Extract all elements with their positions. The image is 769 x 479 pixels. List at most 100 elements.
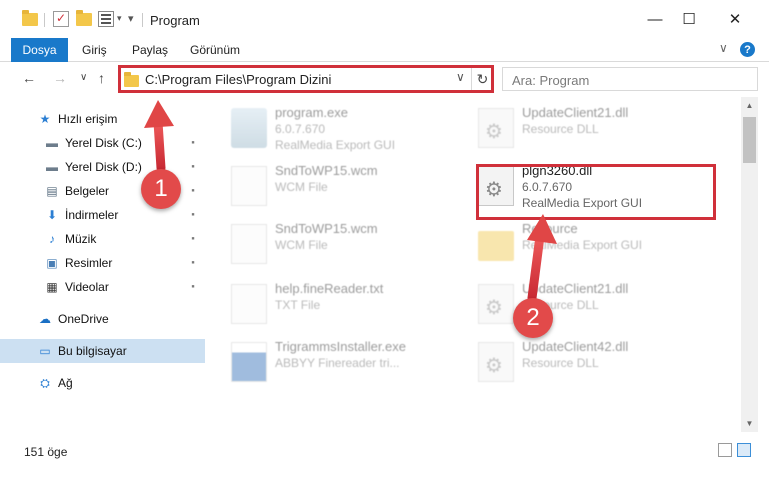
pictures-icon: ▣ xyxy=(46,256,58,270)
file-name: TrigrammsInstaller.exe xyxy=(275,339,406,354)
documents-icon: ▤ xyxy=(46,184,58,198)
divider xyxy=(44,13,45,27)
file-meta: Resource DLL xyxy=(522,356,599,370)
file-item[interactable]: ⚙ UpdateClient42.dll Resource DLL xyxy=(478,339,713,389)
pin-icon[interactable]: ⬩ xyxy=(188,185,198,195)
forward-button[interactable]: → xyxy=(53,70,67,86)
pin-icon[interactable]: ⬩ xyxy=(188,281,198,291)
back-button[interactable]: ← xyxy=(22,70,36,86)
scrollbar[interactable]: ▲ ▼ xyxy=(741,97,758,432)
file-item[interactable]: help.fineReader.txt TXT File xyxy=(231,281,466,331)
sidebar-item[interactable]: ⛭ Ağ xyxy=(0,371,205,395)
file-meta: WCM File xyxy=(275,180,328,194)
scroll-down-icon[interactable]: ▼ xyxy=(741,415,758,432)
tiles-view-icon[interactable] xyxy=(737,443,751,457)
file-meta: WCM File xyxy=(275,238,328,252)
music-icon: ♪ xyxy=(49,232,55,246)
file-name: help.fineReader.txt xyxy=(275,281,384,296)
navigation-pane: ★ Hızlı erişim ▬ Yerel Disk (C:) ⬩ ▬ Yerel Dis… xyxy=(0,97,207,432)
sidebar-item[interactable]: ★ Hızlı erişim xyxy=(0,107,205,131)
file-item[interactable]: SndToWP15.wcm WCM File xyxy=(231,163,466,213)
window-title: Program xyxy=(150,13,200,28)
up-button[interactable]: ↑ xyxy=(98,70,105,86)
file-meta: 6.0.7.670 xyxy=(275,122,326,136)
file-list: program.exe 6.0.7.670 RealMedia Export GUI… xyxy=(207,97,741,432)
sidebar-item-label: Müzik xyxy=(65,232,97,246)
folder-icon xyxy=(22,10,38,27)
sidebar-item[interactable]: ▬ Yerel Disk (C:) ⬩ xyxy=(0,131,205,155)
expand-ribbon-icon[interactable]: ∨ xyxy=(719,41,728,55)
pin-icon[interactable]: ⬩ xyxy=(188,137,198,147)
recent-locations-icon[interactable]: ∨ xyxy=(80,72,87,83)
tab-home[interactable]: Giriş xyxy=(82,43,107,57)
tab-file[interactable]: Dosya xyxy=(11,38,68,62)
file-name: UpdateClient21.dll xyxy=(522,281,629,296)
dll-icon: ⚙ xyxy=(478,108,514,148)
sidebar-item[interactable]: ▭ Bu bilgisayar xyxy=(0,339,205,363)
scroll-up-icon[interactable]: ▲ xyxy=(741,97,758,114)
sidebar-item-label: OneDrive xyxy=(58,312,109,326)
file-icon xyxy=(231,284,267,324)
search-input[interactable]: Ara: Program xyxy=(502,67,758,91)
tab-view[interactable]: Görünüm xyxy=(190,43,240,57)
tab-share[interactable]: Paylaş xyxy=(132,43,168,57)
view-icon[interactable] xyxy=(98,11,114,27)
address-highlight xyxy=(118,65,494,93)
dropdown-icon[interactable]: ▾ xyxy=(117,13,122,24)
file-name: Resource xyxy=(522,221,578,236)
new-folder-icon[interactable] xyxy=(76,10,92,27)
file-icon xyxy=(231,166,267,206)
drive-icon: ▬ xyxy=(46,136,58,150)
file-icon xyxy=(231,224,267,264)
file-name: program.exe xyxy=(275,105,348,120)
download-icon: ⬇ xyxy=(46,208,58,222)
file-meta: ABBYY Finereader tri... xyxy=(275,356,400,370)
title-bar: ✓ ▾ ▾ Program — ☐ ✕ xyxy=(0,0,769,38)
scroll-thumb[interactable] xyxy=(743,117,756,163)
pin-icon[interactable]: ⬩ xyxy=(188,257,198,267)
sidebar-item-label: Hızlı erişim xyxy=(58,112,118,126)
cloud-icon: ☁ xyxy=(39,312,51,326)
sidebar-item-label: Yerel Disk (C:) xyxy=(65,136,142,150)
file-description: RealMedia Export GUI xyxy=(275,138,396,152)
file-item[interactable]: SndToWP15.wcm WCM File xyxy=(231,221,466,271)
file-item[interactable]: ⚙ UpdateClient21.dll Resource DLL xyxy=(478,105,713,155)
file-meta: TXT File xyxy=(275,298,321,312)
details-view-icon[interactable] xyxy=(718,443,732,457)
file-name: SndToWP15.wcm xyxy=(275,221,378,236)
file-name: UpdateClient21.dll xyxy=(522,105,629,120)
sidebar-item-label: Videolar xyxy=(65,280,109,294)
sidebar-item-label: Resimler xyxy=(65,256,113,270)
file-item[interactable]: TrigrammsInstaller.exe ABBYY Finereader t… xyxy=(231,339,466,389)
sidebar-item[interactable]: ♪ Müzik ⬩ xyxy=(0,227,205,251)
properties-icon[interactable]: ✓ xyxy=(53,11,69,27)
pin-icon[interactable]: ⬩ xyxy=(188,161,198,171)
sidebar-item-label: Belgeler xyxy=(65,184,110,198)
sidebar-item-label: İndirmeler xyxy=(65,208,119,222)
close-button[interactable]: ✕ xyxy=(712,0,758,38)
pin-icon[interactable]: ⬩ xyxy=(188,209,198,219)
sidebar-item-label: Ağ xyxy=(58,376,73,390)
sidebar-item[interactable]: ▦ Videolar ⬩ xyxy=(0,275,205,299)
file-item[interactable]: program.exe 6.0.7.670 RealMedia Export GUI xyxy=(231,105,466,155)
dll-icon: ⚙ xyxy=(478,342,514,382)
maximize-button[interactable]: ☐ xyxy=(666,0,712,38)
installer-icon xyxy=(231,342,267,382)
sidebar-item[interactable]: ⬇ İndirmeler ⬩ xyxy=(0,203,205,227)
help-icon[interactable]: ? xyxy=(740,42,755,57)
exe-icon xyxy=(231,108,267,148)
callout-2: 2 xyxy=(513,298,553,338)
customize-toolbar-icon[interactable]: ▾ xyxy=(128,12,134,25)
ribbon: Dosya Giriş Paylaş Görünüm ∨ ? xyxy=(0,38,769,62)
file-item[interactable]: Resource RealMedia Export GUI xyxy=(478,221,713,271)
sidebar-item[interactable]: ☁ OneDrive xyxy=(0,307,205,331)
file-name: SndToWP15.wcm xyxy=(275,163,378,178)
sidebar-item[interactable]: ▣ Resimler ⬩ xyxy=(0,251,205,275)
dll-icon: ⚙ xyxy=(478,284,514,324)
sidebar-item-label: Yerel Disk (D:) xyxy=(65,160,142,174)
pin-icon[interactable]: ⬩ xyxy=(188,233,198,243)
sidebar-item-label: Bu bilgisayar xyxy=(58,344,127,358)
item-count: 151 öge xyxy=(24,445,68,459)
file-highlight xyxy=(476,164,716,220)
network-icon: ⛭ xyxy=(40,375,50,390)
